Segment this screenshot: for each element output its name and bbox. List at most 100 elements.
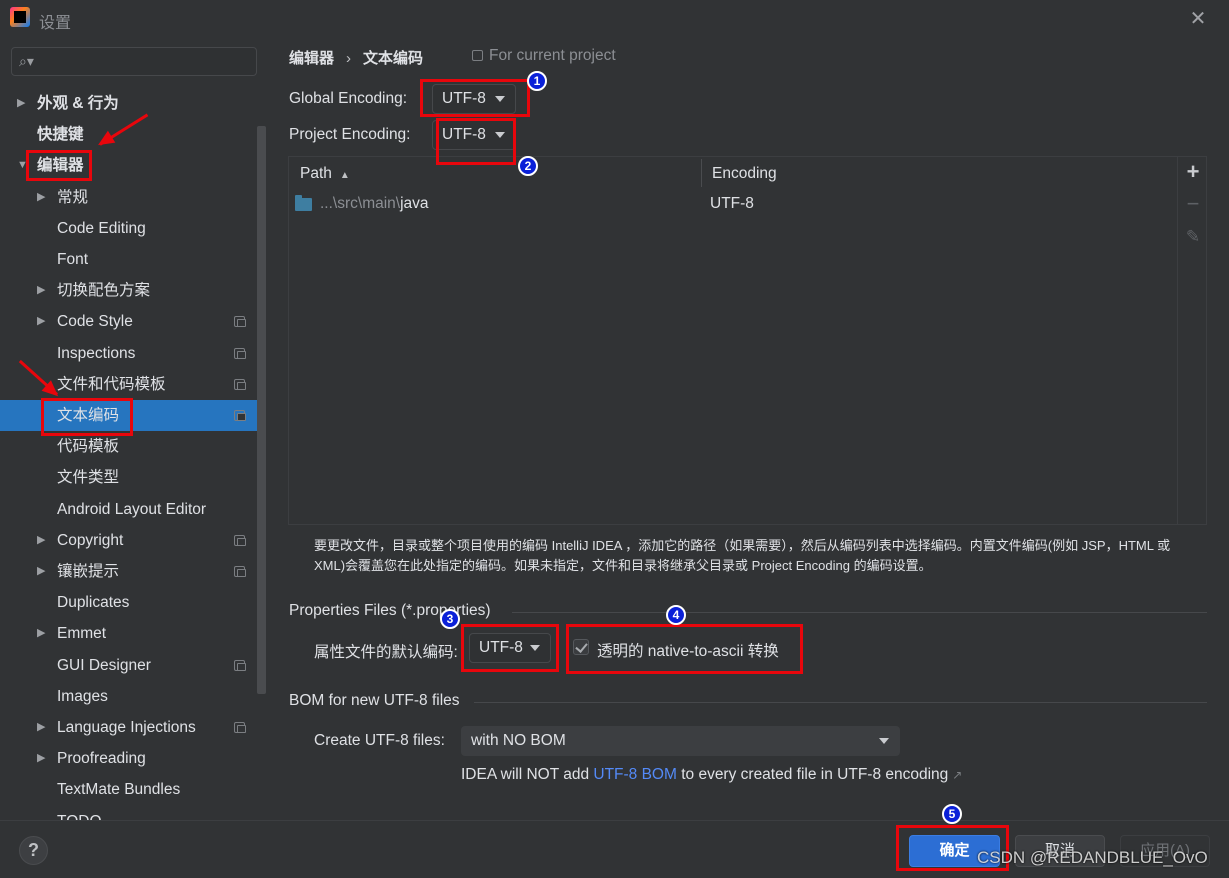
chevron-down-icon (879, 738, 889, 744)
bom-select[interactable]: with NO BOM (461, 726, 900, 756)
sidebar-item-label: 文件类型 (57, 469, 120, 487)
native-to-ascii-label[interactable]: 透明的 native-to-ascii 转换 (597, 639, 779, 661)
chevron-down-icon (495, 96, 505, 102)
sidebar-item-label: Emmet (57, 625, 107, 643)
intellij-logo-icon (10, 7, 30, 27)
external-link-icon[interactable]: ↗ (952, 768, 962, 782)
chevron-right-icon[interactable]: ▶ (37, 306, 45, 337)
sidebar-item-label: 镶嵌提示 (57, 563, 120, 580)
global-encoding-select[interactable]: UTF-8 (432, 84, 516, 114)
sidebar-item[interactable]: GUI Designer (0, 650, 266, 681)
properties-encoding-value: UTF-8 (479, 639, 523, 656)
sidebar-item[interactable]: TextMate Bundles (0, 774, 266, 805)
breadcrumb: 编辑器 › 文本编码 (289, 47, 423, 68)
global-encoding-value: UTF-8 (442, 90, 486, 107)
bom-select-value: with NO BOM (471, 732, 566, 749)
sidebar-item[interactable]: Images (0, 681, 266, 712)
column-header-encoding[interactable]: Encoding (712, 165, 777, 183)
project-encoding-label: Project Encoding: (289, 126, 411, 143)
sidebar-item-label: 外观 & 行为 (37, 95, 119, 112)
sidebar-item[interactable]: 代码模板 (0, 431, 266, 462)
question-icon: ? (28, 840, 39, 860)
edit-button[interactable]: ✎ (1178, 227, 1208, 247)
sidebar-item-label: 文本编码 (57, 407, 120, 424)
annotation-badge: 1 (527, 71, 547, 91)
path-name: java (400, 195, 429, 212)
global-encoding-label: Global Encoding: (289, 90, 408, 107)
add-button[interactable]: + (1178, 159, 1208, 185)
project-scope-icon (234, 316, 246, 328)
table-header: Path ▲ Encoding (289, 157, 1177, 191)
properties-default-label: 属性文件的默认编码: (314, 644, 458, 661)
sidebar-scrollbar[interactable] (257, 126, 266, 694)
properties-encoding-select[interactable]: UTF-8 (469, 633, 551, 663)
sidebar-item[interactable]: 文件和代码模板 (0, 369, 266, 400)
search-icon: ⌕▾ (19, 53, 34, 69)
sidebar-item[interactable]: Android Layout Editor (0, 494, 266, 525)
chevron-right-icon[interactable]: ▶ (37, 556, 45, 587)
chevron-right-icon[interactable]: ▶ (37, 618, 45, 649)
native-to-ascii-checkbox[interactable] (573, 639, 589, 655)
sidebar-item-label: TextMate Bundles (57, 781, 181, 799)
chevron-right-icon[interactable]: ▶ (17, 88, 25, 119)
encoding-cell[interactable]: UTF-8 (710, 195, 754, 213)
sidebar-item-label: 编辑器 (37, 157, 84, 175)
column-header-path[interactable]: Path ▲ (300, 165, 350, 183)
sidebar-item-label: Images (57, 687, 108, 705)
sidebar-item[interactable]: 文本编码 (0, 400, 266, 431)
sidebar-item[interactable]: ▼ 编辑器 (0, 150, 266, 181)
sidebar-item-label: Android Layout Editor (57, 500, 207, 518)
sidebar-item-label: 常规 (57, 188, 89, 206)
sidebar-item-label: Proofreading (57, 750, 146, 768)
bom-section-title: BOM for new UTF-8 files (289, 692, 460, 709)
bom-note-text-end: to every created file in UTF-8 encoding (676, 766, 949, 783)
chevron-right-icon[interactable]: ▶ (37, 743, 45, 774)
utf8-bom-link[interactable]: UTF-8 BOM (593, 766, 677, 783)
sidebar-item[interactable]: ▶ Emmet (0, 618, 266, 649)
settings-sidebar: ⌕▾ ▶ 外观 & 行为 快捷键 ▼ 编辑器 ▶ 常规 Code Editing Font ▶ 切换… (0, 38, 268, 820)
search-input[interactable]: ⌕▾ (11, 47, 257, 76)
remove-button[interactable]: − (1178, 191, 1208, 217)
path-encoding-table: Path ▲ Encoding ...\src\main\java UTF-8 +… (288, 156, 1207, 525)
sidebar-item[interactable]: Duplicates (0, 587, 266, 618)
sidebar-item[interactable]: ▶ 镶嵌提示 (0, 556, 266, 587)
properties-section-title: Properties Files (*.properties) (289, 602, 491, 619)
column-divider[interactable] (701, 159, 702, 187)
sidebar-item[interactable]: TODO (0, 806, 266, 820)
chevron-right-icon[interactable]: ▶ (37, 275, 45, 306)
sidebar-item[interactable]: ▶ 常规 (0, 182, 266, 213)
help-button[interactable]: ? (19, 836, 48, 865)
breadcrumb-separator: › (346, 50, 352, 67)
breadcrumb-parent[interactable]: 编辑器 (289, 50, 334, 67)
table-row[interactable]: ...\src\main\java UTF-8 (289, 191, 1177, 221)
chevron-down-icon[interactable]: ▼ (17, 150, 28, 181)
sidebar-item[interactable]: ▶ Language Injections (0, 712, 266, 743)
breadcrumb-current: 文本编码 (363, 50, 424, 67)
project-scope-icon (234, 410, 246, 421)
sidebar-item[interactable]: 文件类型 (0, 462, 266, 493)
section-divider (474, 702, 1207, 703)
table-toolbar: + − ✎ (1177, 157, 1207, 524)
sidebar-item[interactable]: Font (0, 244, 266, 275)
sidebar-item[interactable]: Inspections (0, 338, 266, 369)
sidebar-item-label: Copyright (57, 531, 124, 549)
project-encoding-select[interactable]: UTF-8 (432, 120, 516, 150)
annotation-badge: 3 (440, 609, 460, 629)
sidebar-item[interactable]: ▶ Proofreading (0, 743, 266, 774)
sidebar-item[interactable]: ▶ Code Style (0, 306, 266, 337)
minus-icon: − (1186, 191, 1200, 216)
annotation-badge: 4 (666, 605, 686, 625)
pencil-icon: ✎ (1185, 227, 1201, 246)
sidebar-item[interactable]: ▶ Copyright (0, 525, 266, 556)
chevron-right-icon[interactable]: ▶ (37, 712, 45, 743)
annotation-badge: 2 (518, 156, 538, 176)
chevron-right-icon[interactable]: ▶ (37, 525, 45, 556)
chevron-right-icon[interactable]: ▶ (37, 182, 45, 213)
sidebar-item-label: 快捷键 (37, 126, 84, 144)
sidebar-item[interactable]: Code Editing (0, 213, 266, 244)
sidebar-item[interactable]: ▶ 切换配色方案 (0, 275, 266, 306)
sidebar-item[interactable]: ▶ 外观 & 行为 (0, 88, 266, 119)
sidebar-item-label: TODO (57, 806, 102, 820)
close-button[interactable]: ✕ (1186, 8, 1210, 30)
title-bar: 设置 ✕ (0, 0, 1229, 38)
